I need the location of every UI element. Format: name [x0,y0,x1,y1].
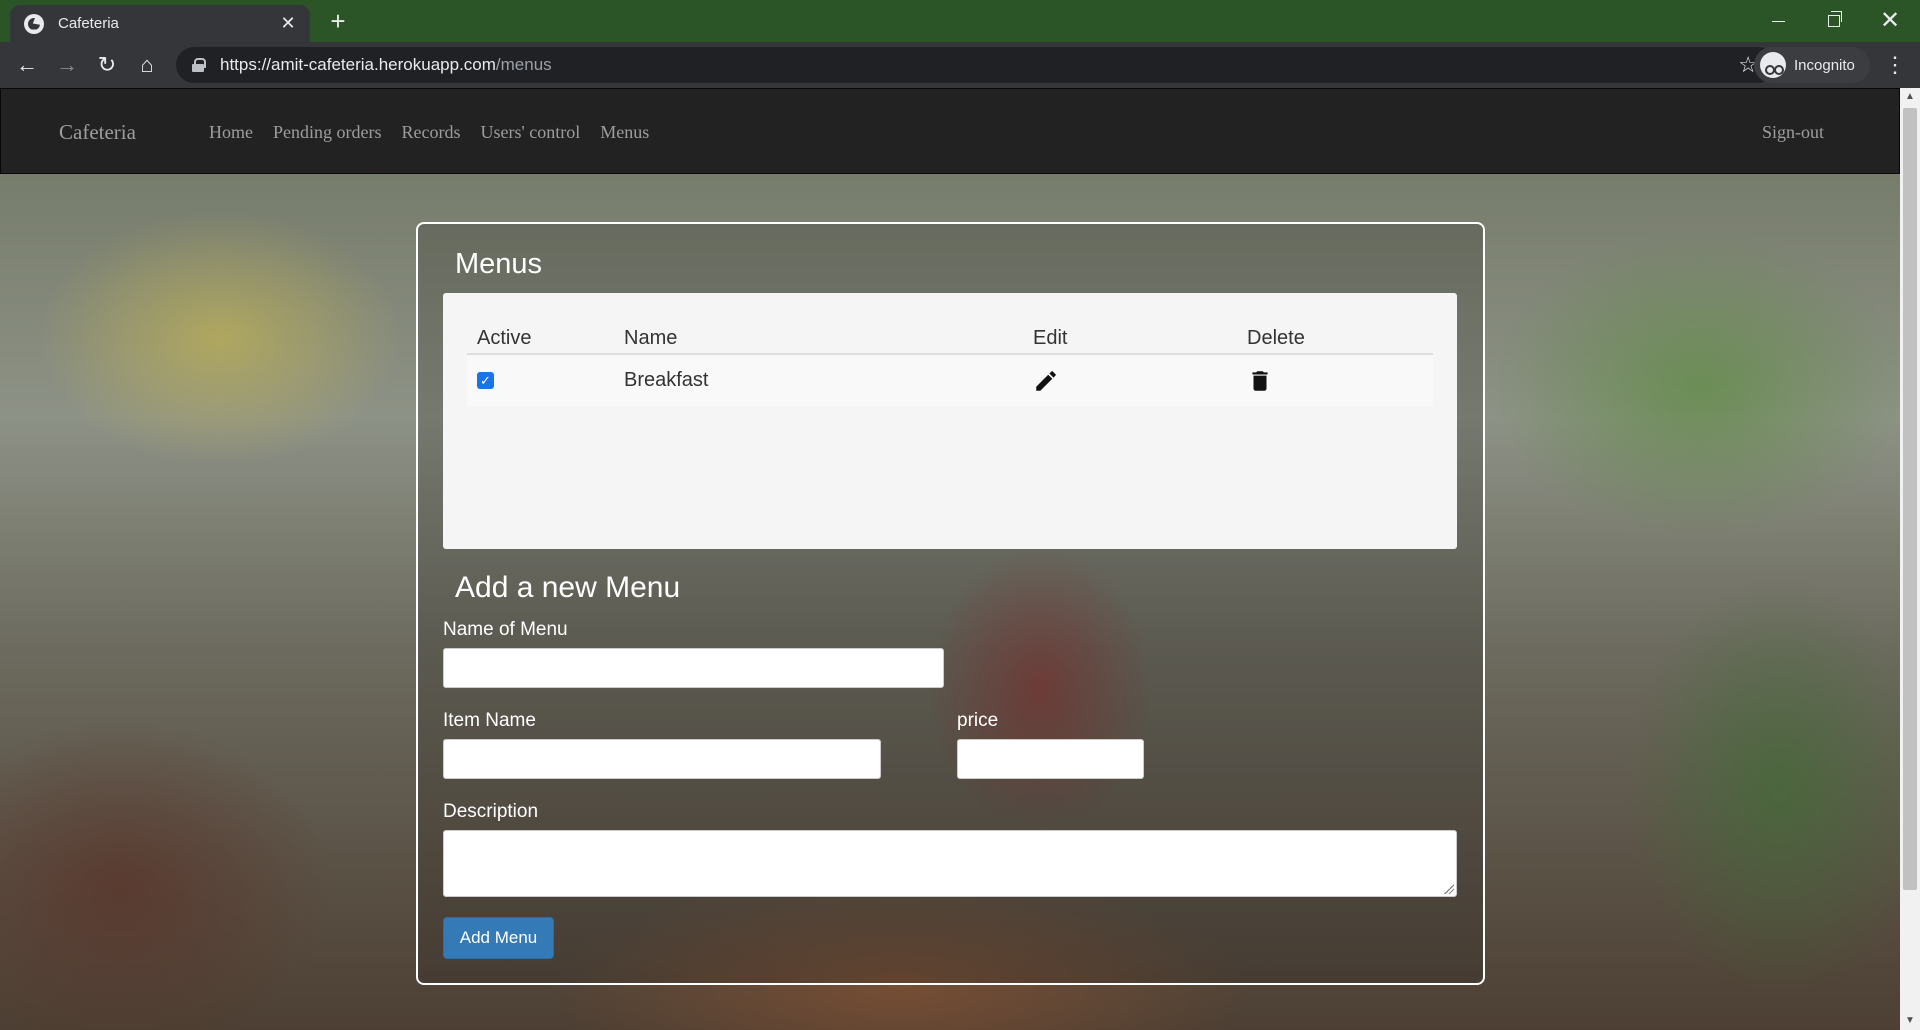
column-header-delete: Delete [1247,327,1305,349]
scroll-thumb[interactable] [1903,108,1917,890]
resize-handle[interactable] [1444,884,1454,894]
scroll-down-arrow-icon[interactable]: ▼ [1900,1012,1920,1030]
reload-icon[interactable]: ↻ [90,48,124,82]
menus-table: Active Name Edit Delete ✓ Breakfast [443,293,1457,549]
scroll-up-arrow-icon[interactable]: ▲ [1900,88,1920,106]
incognito-icon [1760,52,1786,78]
table-row: ✓ Breakfast [467,356,1433,406]
site-navbar: Cafeteria Home Pending orders Records Us… [0,88,1900,174]
globe-icon [24,13,44,34]
nav-links: Home Pending orders Records Users' contr… [209,122,669,143]
description-label: Description [443,801,539,822]
pencil-icon[interactable] [1033,368,1059,394]
add-menu-heading: Add a new Menu [455,571,681,604]
nav-link-pending-orders[interactable]: Pending orders [273,122,381,143]
home-icon[interactable]: ⌂ [130,48,164,82]
minimize-window-button[interactable] [1750,0,1806,42]
browser-tabstrip: Cafeteria ✕ + ✕ [0,0,1920,42]
incognito-profile-button[interactable]: Incognito [1754,47,1870,83]
page-viewport: Cafeteria Home Pending orders Records Us… [0,88,1900,1030]
browser-tab[interactable]: Cafeteria ✕ [10,5,310,42]
tab-title: Cafeteria [58,15,119,32]
nav-link-home[interactable]: Home [209,122,253,143]
column-header-active: Active [477,327,532,349]
forward-arrow-icon[interactable]: → [50,48,84,82]
menu-name-cell: Breakfast [624,369,709,391]
restore-icon [1828,11,1842,27]
lock-icon[interactable] [192,58,206,72]
active-checkbox[interactable]: ✓ [477,372,494,389]
price-label: price [957,710,999,731]
add-menu-button[interactable]: Add Menu [443,917,554,959]
site-brand[interactable]: Cafeteria [59,120,136,145]
price-input[interactable] [957,739,1144,779]
close-window-button[interactable]: ✕ [1862,0,1918,42]
menu-name-input[interactable] [443,648,944,688]
table-header: Active Name Edit Delete [467,319,1433,355]
menu-name-label: Name of Menu [443,619,568,640]
page-scrollbar[interactable]: ▲ ▼ [1900,88,1920,1030]
address-bar[interactable]: https://amit-cafeteria.herokuapp.com/men… [176,47,1776,83]
column-header-edit: Edit [1033,327,1068,349]
new-tab-icon[interactable]: + [323,6,353,36]
restore-window-button[interactable] [1806,0,1862,42]
item-name-input[interactable] [443,739,881,779]
item-name-label: Item Name [443,710,536,731]
close-tab-icon[interactable]: ✕ [278,13,298,34]
url-host: https://amit-cafeteria.herokuapp.com [220,55,496,74]
minimize-icon [1771,20,1785,22]
browser-toolbar: ← → ↻ ⌂ https://amit-cafeteria.herokuapp… [0,42,1920,88]
nav-link-records[interactable]: Records [401,122,460,143]
nav-link-users-control[interactable]: Users' control [480,122,580,143]
nav-link-menus[interactable]: Menus [600,122,649,143]
description-textarea[interactable] [443,830,1457,897]
menus-panel: Menus Active Name Edit Delete ✓ Breakfas… [416,222,1485,985]
browser-menu-icon[interactable]: ⋮ [1880,50,1910,80]
page-title: Menus [455,248,543,280]
url-path: /menus [495,55,552,74]
trash-icon[interactable] [1247,368,1273,394]
column-header-name: Name [624,327,678,349]
incognito-label: Incognito [1794,56,1855,74]
back-arrow-icon[interactable]: ← [10,48,44,82]
close-icon: ✕ [1879,7,1901,34]
sign-out-link[interactable]: Sign-out [1762,122,1824,143]
